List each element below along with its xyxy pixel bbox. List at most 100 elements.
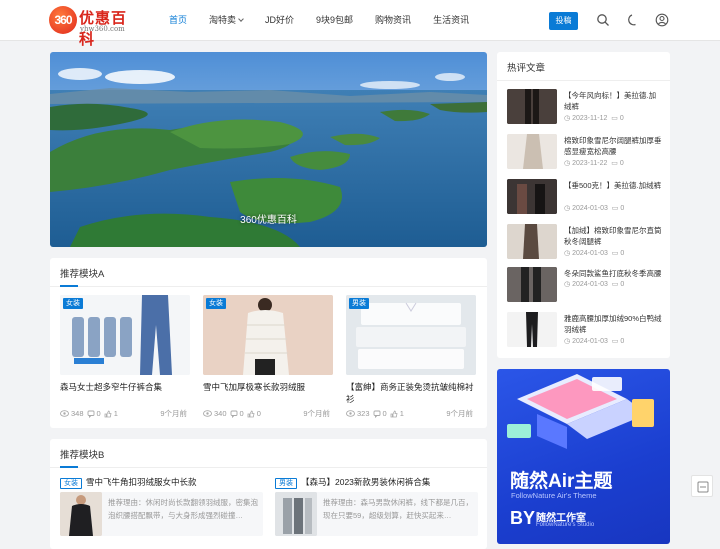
theme-ad-banner[interactable]: 随然Air主题 FollowNature Air's Theme BY 随然工作…: [497, 369, 670, 544]
thumb-icon: [247, 410, 255, 417]
theme-icon: [697, 481, 709, 493]
divider: [50, 467, 487, 468]
sidebar-item[interactable]: 【垂500克！】美拉德.加绒裤 ◷ 2024-01-03 ▭ 0: [507, 179, 663, 215]
product-thumbnail: 女装: [203, 295, 333, 375]
comment-count: 0: [619, 115, 624, 122]
category-tag[interactable]: 男装: [349, 298, 369, 309]
black-down-coat-image: [60, 492, 102, 536]
sidebar-title: 热评文章: [507, 63, 546, 74]
category-tag[interactable]: 男装: [275, 478, 297, 489]
divider: [50, 286, 487, 287]
section-title: 推荐模块A: [60, 269, 105, 280]
article-date: 2024-01-03: [572, 338, 608, 345]
comment-count: 0: [620, 281, 625, 288]
ad-by: BY: [510, 508, 536, 528]
leggings-photo: [507, 267, 557, 302]
sidebar-item[interactable]: 棉致印象雪尼尔阔腿裤加厚垂感显瘦宽松高腰 ◷ 2023-11-22 ▭ 0: [507, 134, 663, 170]
article-thumbnail: [507, 267, 557, 302]
divider: [497, 80, 670, 81]
comment-icon: [87, 410, 94, 418]
comment-count: 0: [619, 160, 624, 167]
banner-caption: 360优惠百科: [240, 215, 297, 226]
sidebar-item[interactable]: 冬朵同款鲨鱼打底秋冬季高腰 ◷ 2024-01-03 ▭ 0: [507, 267, 663, 303]
fleece-pants-photo: [507, 179, 557, 214]
article-meta: ◷ 2024-01-03 ▭ 0: [564, 250, 625, 257]
item-title[interactable]: 男装 【森马】2023新款男装休闲裤合集: [275, 476, 430, 489]
like-count: 1: [113, 409, 118, 418]
ad-subtitle: FollowNature Air's Theme: [511, 491, 597, 500]
site-logo[interactable]: 360 优惠百科 yhw360.com: [49, 6, 141, 48]
thumb-icon: [390, 410, 398, 417]
ad-studio-sub: FollowNature's Studio: [536, 522, 595, 528]
down-pants-photo: [507, 312, 557, 347]
article-title: 雅鹿高腰加厚加绒90%白鸭绒羽绒裤: [564, 314, 662, 334]
search-icon[interactable]: [596, 13, 610, 27]
floating-action-button[interactable]: [691, 475, 713, 497]
article-meta: ◷ 2023-11-22 ▭ 0: [564, 160, 624, 167]
list-item[interactable]: 男装 【森马】2023新款男装休闲裤合集 推荐理由：森马男款休闲裤，线下都是几百，…: [275, 476, 478, 541]
post-time: 9个月前: [160, 409, 187, 418]
item-summary: 推荐理由：森马男款休闲裤，线下都是几百，现在只要59，超级划算，赶快买起来…: [275, 492, 478, 536]
article-title: 冬朵同款鲨鱼打底秋冬季高腰: [564, 269, 662, 278]
item-title[interactable]: 【富绅】商务正装免烫抗皱纯棉衬衫: [346, 381, 476, 405]
moon-icon[interactable]: [626, 13, 640, 27]
section-title: 推荐模块B: [60, 450, 105, 461]
item-title[interactable]: 雪中飞加厚极寒长款羽绒服: [203, 381, 333, 393]
item-title[interactable]: 森马女士超多窄牛仔裤合集: [60, 381, 190, 393]
pants-photo: [507, 89, 557, 124]
article-date: 2024-01-03: [572, 205, 608, 212]
comment-count: 0: [239, 409, 244, 418]
nav-item-jd[interactable]: JD好价: [254, 0, 305, 41]
product-thumbnail: 男装: [346, 295, 476, 375]
nav-item-life-news[interactable]: 生活资讯: [422, 0, 480, 41]
view-count: 323: [357, 409, 370, 418]
item-title[interactable]: 女装 雪中飞牛角扣羽绒服女中长款: [60, 476, 197, 489]
article-thumbnail: [507, 89, 557, 124]
article-meta: ◷ 2023-11-12 ▭ 0: [564, 115, 624, 122]
pants-image: [275, 492, 317, 536]
item-title-text: 【森马】2023新款男装休闲裤合集: [301, 477, 431, 487]
article-title: 棉致印象雪尼尔阔腿裤加厚垂感显瘦宽松高腰: [564, 136, 662, 156]
article-date: 2024-01-03: [572, 281, 608, 288]
user-icon[interactable]: [655, 13, 669, 27]
logo-domain: yhw360.com: [80, 25, 125, 33]
recommend-module-b: 推荐模块B 女装 雪中飞牛角扣羽绒服女中长款 推荐理由：休闲时尚长款翻领羽绒服，密…: [50, 439, 487, 549]
category-tag[interactable]: 女装: [206, 298, 226, 309]
category-tag[interactable]: 女装: [63, 298, 83, 309]
nav-item-9-9[interactable]: 9块9包邮: [305, 0, 364, 41]
eye-icon: [346, 410, 355, 417]
product-thumbnail: [60, 492, 102, 536]
post-time: 9个月前: [303, 409, 330, 418]
article-title: 【今年风向标！】美拉德.加绒裤: [564, 91, 657, 111]
product-thumbnail: 女装: [60, 295, 190, 375]
article-title: 【垂500克！】美拉德.加绒裤: [564, 181, 662, 190]
hero-banner[interactable]: 360优惠百科: [50, 52, 487, 247]
item-summary: 推荐理由：休闲时尚长款翻领羽绒服，密集泡泡织腰搭配飘带，与大身形成强烈碰撞…: [60, 492, 263, 536]
nav-item-shopping-news[interactable]: 购物资讯: [364, 0, 422, 41]
nav-item-label: 淘特卖: [209, 15, 237, 25]
nav-item-home[interactable]: 首页: [158, 0, 198, 41]
comment-count: 0: [620, 338, 625, 345]
list-item[interactable]: 女装 雪中飞牛角扣羽绒服女中长款 推荐理由：休闲时尚长款翻领羽绒服，密集泡泡织腰搭…: [60, 476, 263, 541]
category-tag[interactable]: 女装: [60, 478, 82, 489]
sidebar-item[interactable]: 雅鹿高腰加厚加绒90%白鸭绒羽绒裤 ◷ 2024-01-03 ▭ 0: [507, 312, 663, 348]
article-meta: ◷ 2024-01-03 ▭ 0: [564, 205, 625, 212]
post-button[interactable]: 投稿: [549, 12, 578, 30]
article-thumbnail: [507, 134, 557, 169]
comment-icon: [230, 410, 237, 418]
title-underline: [60, 466, 78, 468]
main-nav: 首页 淘特卖 JD好价 9块9包邮 购物资讯 生活资讯: [158, 0, 480, 41]
article-meta: ◷ 2024-01-03 ▭ 0: [564, 281, 625, 288]
article-title: 【加绒】棉致印象雪尼尔直筒秋冬阔腿裤: [564, 226, 662, 246]
comment-count: 0: [382, 409, 387, 418]
sidebar-item[interactable]: 【今年风向标！】美拉德.加绒裤 ◷ 2023-11-12 ▭ 0: [507, 89, 663, 125]
eye-icon: [203, 410, 212, 417]
sidebar-item[interactable]: 【加绒】棉致印象雪尼尔直筒秋冬阔腿裤 ◷ 2024-01-03 ▭ 0: [507, 224, 663, 260]
comment-count: 0: [620, 250, 625, 257]
like-count: 0: [256, 409, 261, 418]
nav-item-taotemai[interactable]: 淘特卖: [198, 0, 254, 41]
item-meta: 340 0 0 9个月前: [203, 408, 333, 419]
logo-badge: 360: [49, 6, 77, 34]
top-header: 360 优惠百科 yhw360.com 首页 淘特卖 JD好价 9块9包邮 购物…: [0, 0, 720, 48]
straight-pants-photo: [507, 224, 557, 259]
